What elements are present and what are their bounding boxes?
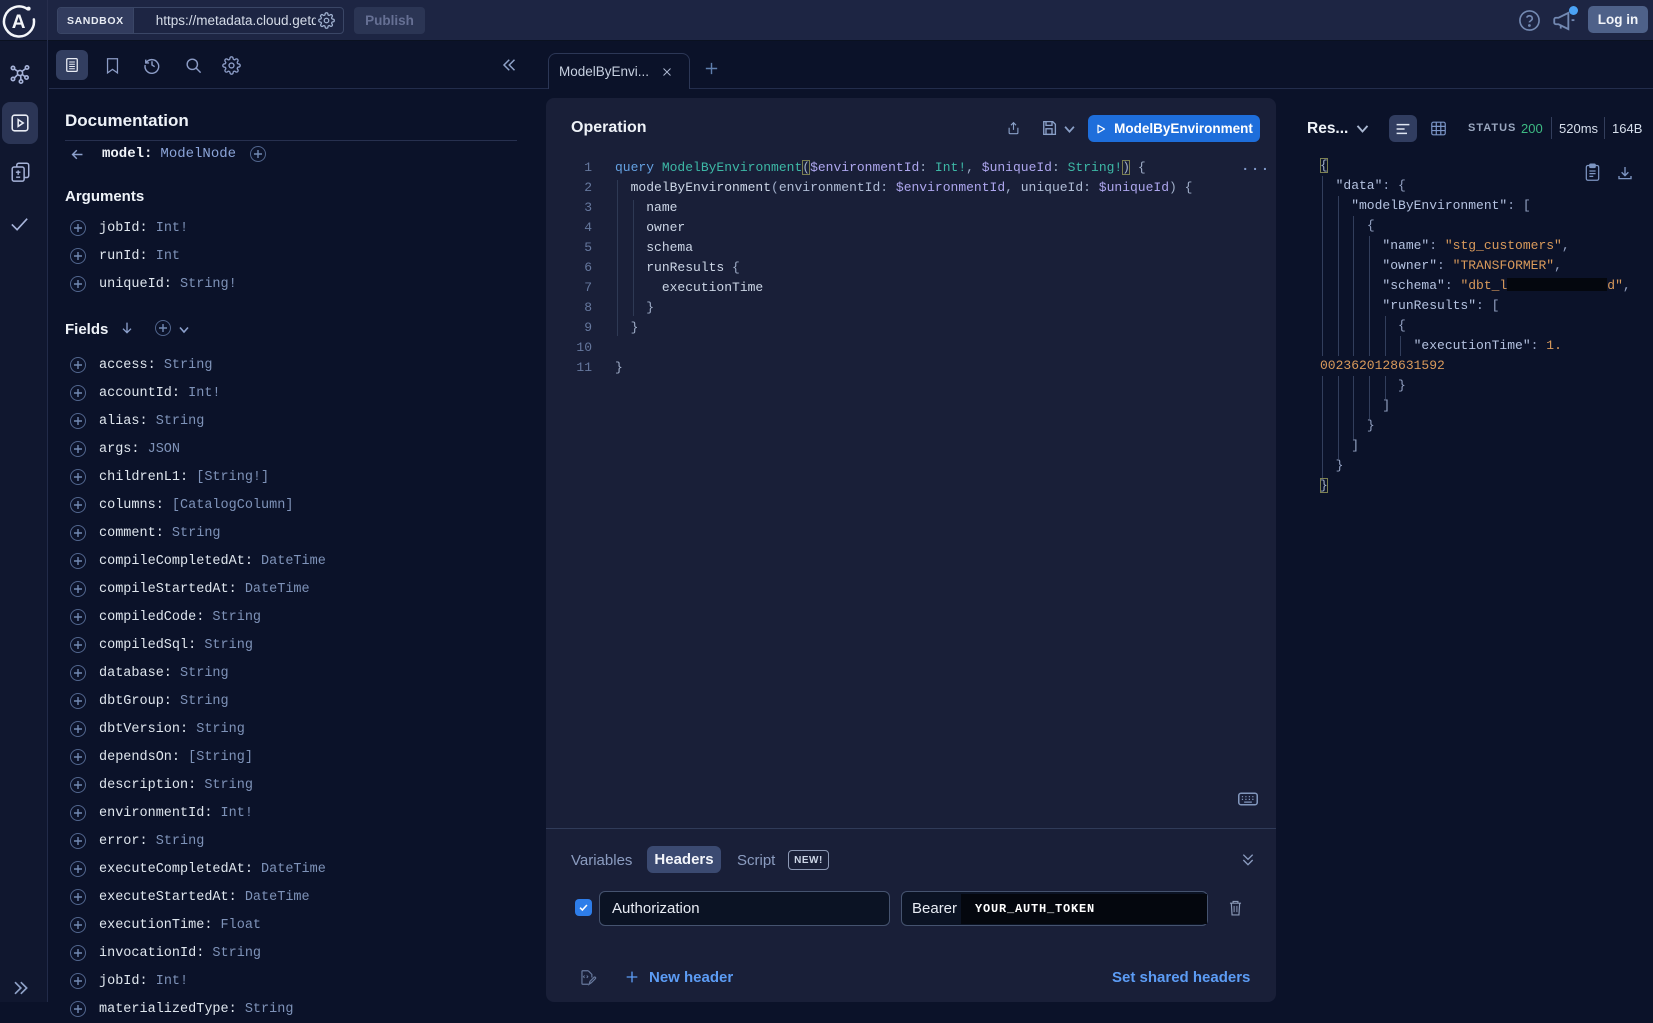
svg-text:A: A <box>12 12 26 33</box>
